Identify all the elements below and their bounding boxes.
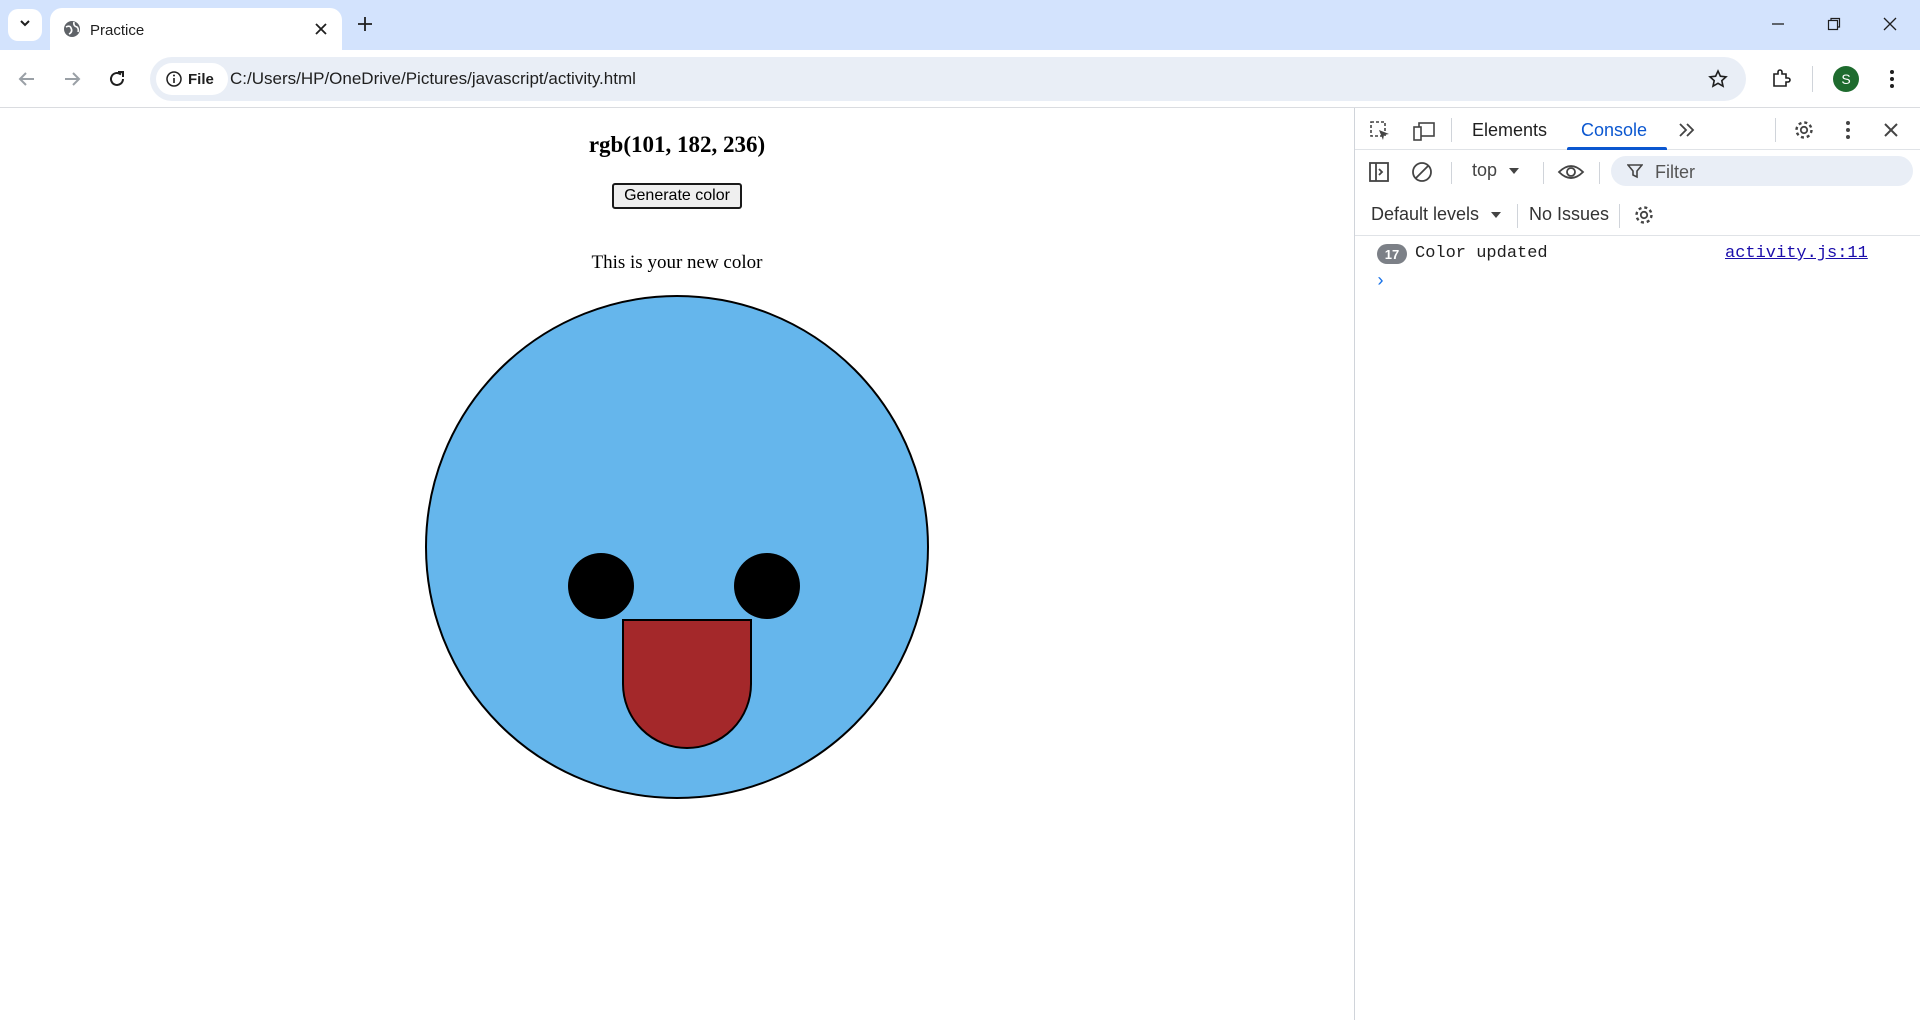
close-icon — [1883, 17, 1897, 31]
filter-icon — [1627, 164, 1643, 179]
bookmark-button[interactable] — [1704, 65, 1732, 93]
restore-button[interactable] — [1814, 8, 1854, 40]
inspect-element-button[interactable] — [1367, 118, 1393, 144]
plus-icon — [357, 16, 373, 37]
arrow-left-icon — [18, 72, 34, 86]
gear-icon — [1795, 121, 1813, 139]
tab-title: Practice — [90, 22, 145, 39]
filter-placeholder: Filter — [1655, 162, 1695, 182]
toolbar-divider — [1812, 66, 1813, 92]
site-chip-label: File — [188, 70, 214, 88]
devtools-divider — [1619, 204, 1620, 228]
new-color-text: This is your new color — [591, 252, 763, 273]
puzzle-icon — [1773, 69, 1791, 87]
devtools-tab-bar: Elements Console — [1355, 108, 1920, 150]
console-settings-button[interactable] — [1631, 202, 1657, 228]
caret-down-icon — [1509, 168, 1520, 174]
close-devtools-button[interactable] — [1878, 117, 1904, 143]
console-message-text: Color updated — [1415, 244, 1548, 263]
close-tab-icon[interactable] — [310, 18, 332, 40]
block-icon — [1412, 162, 1432, 182]
browser-tab[interactable]: Practice — [50, 8, 342, 50]
devtools-divider — [1451, 162, 1452, 184]
minimize-icon — [1772, 23, 1784, 25]
devtools-divider — [1517, 204, 1518, 228]
tab-search-button[interactable] — [8, 9, 42, 41]
gear-icon — [1635, 206, 1653, 224]
more-vertical-icon — [1890, 70, 1894, 88]
context-selector-label: top — [1472, 160, 1498, 180]
tab-console[interactable]: Console — [1581, 120, 1647, 141]
chevron-down-icon — [18, 16, 32, 35]
rgb-heading: rgb(101, 182, 236) — [588, 132, 766, 157]
log-levels-dropdown[interactable]: Default levels — [1371, 204, 1502, 225]
devtools-divider — [1543, 162, 1544, 184]
close-window-button[interactable] — [1870, 8, 1910, 40]
devtools-menu-button[interactable] — [1835, 117, 1861, 143]
tab-elements[interactable]: Elements — [1472, 120, 1547, 141]
devtools-divider — [1451, 118, 1452, 142]
restore-icon — [1827, 17, 1841, 31]
page-viewport: rgb(101, 182, 236) Generate color This i… — [0, 108, 1354, 1020]
generate-color-button[interactable]: Generate color — [612, 183, 742, 209]
tab-strip: Practice — [0, 0, 1920, 50]
right-eye — [734, 553, 800, 619]
tongue — [622, 619, 752, 749]
sidebar-toggle-button[interactable] — [1367, 160, 1391, 184]
reload-button[interactable] — [100, 62, 134, 96]
caret-down-icon — [1491, 212, 1502, 218]
left-eye — [568, 553, 634, 619]
sidebar-icon — [1369, 162, 1389, 182]
avatar: S — [1833, 66, 1859, 92]
minimize-button[interactable] — [1758, 8, 1798, 40]
browser-toolbar: File C:/Users/HP/OneDrive/Pictures/javas… — [0, 50, 1920, 108]
live-expression-button[interactable] — [1555, 158, 1587, 186]
globe-icon — [62, 19, 82, 39]
extensions-button[interactable] — [1763, 61, 1799, 97]
info-icon — [166, 71, 182, 87]
more-vertical-icon — [1846, 121, 1850, 139]
new-tab-button[interactable] — [350, 12, 380, 40]
site-info-chip[interactable]: File — [156, 63, 228, 95]
log-levels-label: Default levels — [1371, 204, 1480, 224]
smiley-face — [425, 295, 929, 799]
console-prompt[interactable]: › — [1375, 272, 1386, 292]
chrome-menu-button[interactable] — [1874, 61, 1910, 97]
profile-button[interactable]: S — [1828, 61, 1864, 97]
forward-button[interactable] — [55, 62, 89, 96]
device-toolbar-button[interactable] — [1411, 118, 1437, 144]
console-message: 17 Color updated activity.js:11 — [1355, 236, 1920, 268]
eye-icon — [1557, 165, 1585, 179]
address-bar[interactable]: File C:/Users/HP/OneDrive/Pictures/javas… — [150, 57, 1746, 101]
devtools-settings-button[interactable] — [1791, 117, 1817, 143]
source-link[interactable]: activity.js:11 — [1725, 244, 1868, 263]
url-text[interactable]: C:/Users/HP/OneDrive/Pictures/javascript… — [230, 69, 636, 89]
device-icon — [1413, 122, 1435, 141]
more-tabs-button[interactable] — [1675, 118, 1699, 142]
star-icon — [1708, 69, 1728, 88]
devtools-panel: Elements Console top Filter Default leve… — [1354, 108, 1920, 1020]
double-chevron-right-icon — [1679, 123, 1695, 137]
context-selector[interactable]: top — [1472, 160, 1520, 181]
devtools-divider — [1599, 162, 1600, 184]
repeat-count-badge: 17 — [1377, 244, 1407, 264]
clear-console-button[interactable] — [1410, 160, 1434, 184]
filter-input[interactable]: Filter — [1611, 156, 1913, 186]
reload-icon — [110, 71, 124, 86]
close-icon — [1884, 123, 1898, 137]
inspect-icon — [1370, 121, 1389, 140]
back-button[interactable] — [10, 62, 44, 96]
devtools-divider — [1775, 118, 1776, 142]
arrow-right-icon — [65, 72, 81, 86]
issues-button[interactable]: No Issues — [1529, 204, 1609, 225]
